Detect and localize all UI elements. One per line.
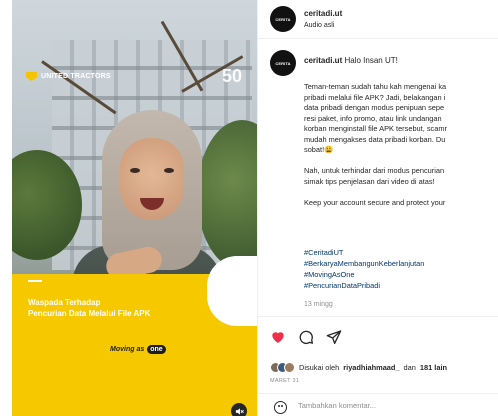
post-username[interactable]: ceritadi.ut (304, 9, 342, 18)
post-video[interactable]: UNITED TRACTORS 50 Waspada Terhadap Penc… (12, 0, 257, 416)
united-tractors-logo: UNITED TRACTORS (26, 72, 111, 81)
caption-header: ceritadi.ut Halo Insan UT! (304, 56, 398, 65)
likes-summary[interactable]: Disukai oleh riyadhiahmaad_ dan 181 lain (270, 362, 447, 373)
moving-as-one-logo: Moving as one (110, 345, 166, 354)
caption-greeting: Halo Insan UT! (344, 56, 398, 65)
caption-time: 13 mingg (304, 301, 333, 308)
post-side-panel: CERITA ceritadi.ut Audio asli CERITA cer… (257, 0, 498, 416)
post-header: CERITA ceritadi.ut Audio asli (258, 0, 498, 39)
liker-avatars (270, 362, 295, 373)
hashtag-link[interactable]: #CeritadiUT (304, 247, 424, 258)
caption-avatar[interactable]: CERITA (270, 50, 296, 76)
avatar[interactable]: CERITA (270, 6, 296, 32)
hashtag-list: #CeritadiUT #BerkaryaMembangunKeberlanju… (304, 247, 424, 291)
comment-icon[interactable] (298, 329, 314, 345)
post-date: MARET 31 (270, 378, 300, 384)
caption-section: CERITA ceritadi.ut Halo Insan UT! Teman-… (258, 50, 498, 315)
comment-input[interactable] (298, 401, 488, 410)
post-actions: Disukai oleh riyadhiahmaad_ dan 181 lain… (258, 316, 498, 416)
hashtag-link[interactable]: #BerkaryaMembangunKeberlanjutan (304, 258, 424, 269)
heart-icon[interactable] (270, 329, 286, 345)
hashtag-link[interactable]: #PencurianDataPribadi (304, 280, 424, 291)
caption-username[interactable]: ceritadi.ut (304, 56, 342, 65)
caption-banner: Waspada Terhadap Pencurian Data Melalui … (12, 256, 257, 416)
comment-bar (258, 393, 498, 416)
anniversary-logo: 50 (222, 66, 243, 86)
caption-text: Teman-teman sudah tahu kah mengenai ka p… (304, 82, 447, 207)
mute-icon (235, 407, 244, 415)
video-headline: Waspada Terhadap Pencurian Data Melalui … (28, 298, 151, 318)
share-icon[interactable] (326, 329, 342, 345)
mute-button[interactable] (231, 403, 247, 416)
emoji-icon[interactable] (274, 401, 287, 414)
hashtag-link[interactable]: #MovingAsOne (304, 269, 424, 280)
audio-label[interactable]: Audio asli (304, 22, 334, 29)
